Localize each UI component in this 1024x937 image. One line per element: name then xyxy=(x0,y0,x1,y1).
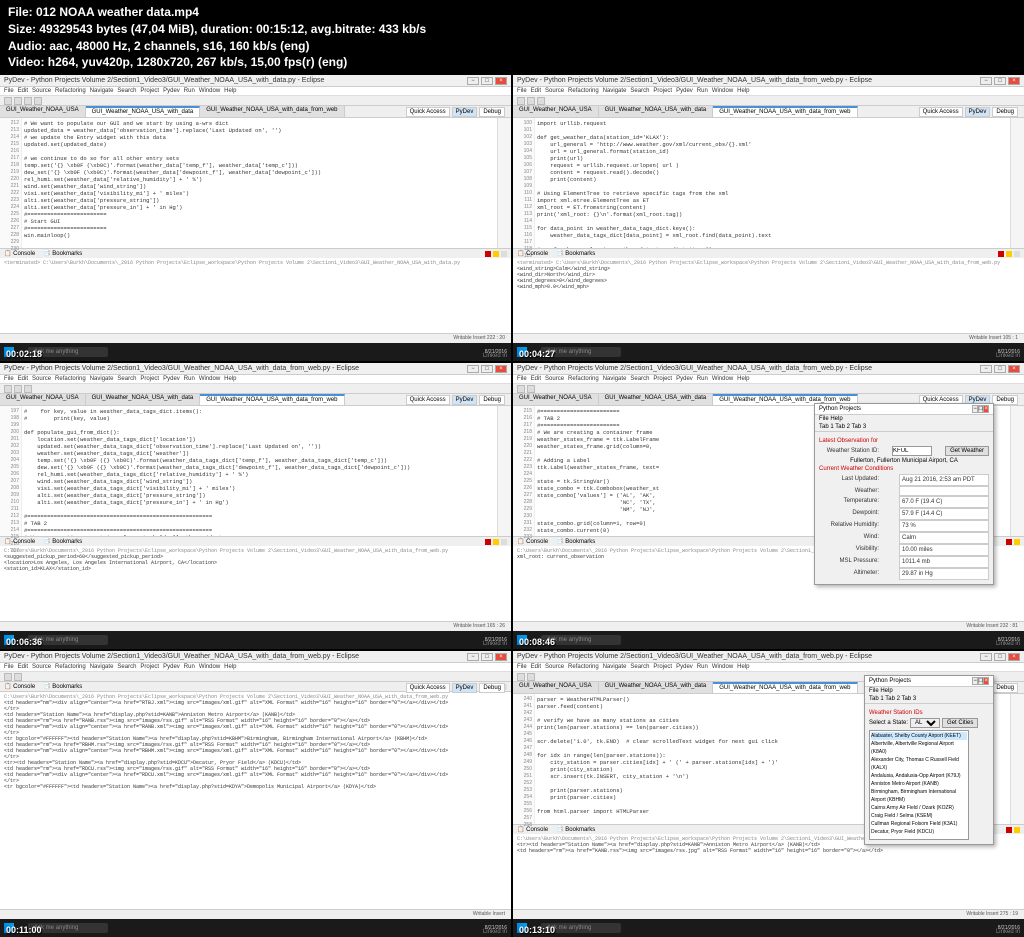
thumbnail-5: PyDev - Python Projects Volume 2/Section… xyxy=(0,651,511,937)
maximize-button[interactable]: □ xyxy=(481,77,493,85)
thumbnail-3: PyDev - Python Projects Volume 2/Section… xyxy=(0,363,511,649)
pydev-perspective[interactable]: PyDev xyxy=(452,107,478,117)
list-item[interactable]: Anniston Metro Airport (KANB) xyxy=(871,780,967,788)
list-item[interactable]: Birmingham, Birmingham International Air… xyxy=(871,788,967,804)
clear-icon[interactable] xyxy=(493,251,499,257)
file-info-header: File: 012 NOAA weather data.mp4 Size: 49… xyxy=(0,0,1024,75)
console-tabs[interactable]: 📋 Console📑 Bookmarks xyxy=(0,248,511,258)
video-timestamp: 00:02:18 xyxy=(6,349,42,359)
section-station-ids: Weather Station IDs xyxy=(869,710,989,716)
code-editor[interactable]: 2122132142152162172182192202212222232242… xyxy=(0,118,511,248)
toolbar[interactable] xyxy=(0,96,511,106)
menu-bar[interactable]: FileEditSourceRefactoringNavigateSearchP… xyxy=(513,87,1024,96)
tab-3[interactable]: GUI_Weather_NOAA_USA_with_data_from_web xyxy=(200,106,344,117)
quick-access[interactable]: Quick Access xyxy=(406,107,450,117)
get-cities-button[interactable]: Get Cities xyxy=(942,718,978,728)
get-weather-button[interactable]: Get Weather xyxy=(945,446,989,456)
file-video-line: Video: h264, yuv420p, 1280x720, 267 kb/s… xyxy=(8,54,1016,71)
cities-listbox[interactable]: Alabaster, Shelby County Airport (KEET)A… xyxy=(869,730,969,840)
console-output[interactable]: <terminated> C:\Users\Burkh\Documents\_2… xyxy=(0,258,511,308)
window-title: PyDev - Python Projects Volume 2/Section… xyxy=(517,77,872,84)
console-output[interactable]: <terminated> C:\Users\Burkh\Documents\_2… xyxy=(513,258,1024,308)
debug-perspective[interactable]: Debug xyxy=(479,107,505,117)
minimize-button[interactable]: − xyxy=(467,77,479,85)
station-id-input[interactable] xyxy=(892,446,932,456)
window-title: PyDev - Python Projects Volume 2/Section… xyxy=(4,77,324,84)
thumbnail-4: PyDev - Python Projects Volume 2/Section… xyxy=(513,363,1024,649)
new-icon[interactable] xyxy=(4,97,12,105)
section-latest-observation: Latest Observation for xyxy=(819,438,989,444)
list-item[interactable]: Cullman Regional Folsom Field (K3A1) xyxy=(871,820,967,828)
file-audio-line: Audio: aac, 48000 Hz, 2 channels, s16, 1… xyxy=(8,38,1016,55)
weather-popup: Python Projects−□× File Help Tab 1 Tab 2… xyxy=(814,403,994,585)
list-item[interactable]: Decatur, Pryor Field (KDCU) xyxy=(871,828,967,836)
windows-taskbar[interactable]: Ask me anything 8/21/2016 xyxy=(0,343,511,361)
section-current-conditions: Current Weather Conditions xyxy=(819,466,989,472)
list-item[interactable]: Andalusia, Andalusia-Opp Airport (K79J) xyxy=(871,772,967,780)
list-item[interactable]: Albertville, Albertville Regional Airpor… xyxy=(871,740,967,756)
console-output-large[interactable]: C:\Users\Burkh\Documents\_2016 Python Pr… xyxy=(0,692,511,892)
toolbar[interactable] xyxy=(513,96,1024,106)
code-content[interactable]: # We want to populate our GUI and we sta… xyxy=(22,118,497,248)
tab-1[interactable]: GUI_Weather_NOAA_USA xyxy=(0,106,86,117)
file-size-line: Size: 49329543 bytes (47,04 MiB), durati… xyxy=(8,21,1016,38)
close-button[interactable]: × xyxy=(495,77,507,85)
thumbnail-2: PyDev - Python Projects Volume 2/Section… xyxy=(513,75,1024,361)
file-name-line: File: 012 NOAA weather data.mp4 xyxy=(8,4,1016,21)
thumbnail-grid: PyDev - Python Projects Volume 2/Section… xyxy=(0,75,1024,937)
list-item[interactable]: Alabaster, Shelby County Airport (KEET) xyxy=(871,732,967,740)
thumbnail-1: PyDev - Python Projects Volume 2/Section… xyxy=(0,75,511,361)
state-select[interactable]: AL xyxy=(910,718,940,728)
save-icon[interactable] xyxy=(14,97,22,105)
status-bar: Writable Insert 222 : 20 xyxy=(0,333,511,343)
location-text: Fullerton, Fullerton Municipal Airport, … xyxy=(819,458,989,464)
list-item[interactable]: Cairns Army Air Field / Ozark (KOZR) xyxy=(871,804,967,812)
list-item[interactable]: Alexander City, Thomas C Russell Field (… xyxy=(871,756,967,772)
cities-popup: Python Projects−□× File Help Tab 1 Tab 2… xyxy=(864,675,994,845)
pin-icon[interactable] xyxy=(501,251,507,257)
tab-2[interactable]: GUI_Weather_NOAA_USA_with_data xyxy=(86,106,201,117)
lynda-logo: Linked in xyxy=(483,353,507,359)
minimap[interactable] xyxy=(497,118,511,248)
debug-icon[interactable] xyxy=(34,97,42,105)
run-icon[interactable] xyxy=(24,97,32,105)
menu-bar[interactable]: FileEditSourceRefactoringNavigateSearchP… xyxy=(0,87,511,96)
close-icon[interactable]: × xyxy=(983,405,989,413)
window-titlebar: PyDev - Python Projects Volume 2/Section… xyxy=(0,75,511,87)
list-item[interactable]: Craig Field / Selma (KSEM) xyxy=(871,812,967,820)
code-editor[interactable]: 1001011021031041051061071081091101111121… xyxy=(513,118,1024,248)
line-gutter: 2122132142152162172182192202212222232242… xyxy=(0,118,22,248)
thumbnail-6: PyDev - Python Projects Volume 2/Section… xyxy=(513,651,1024,937)
stop-icon[interactable] xyxy=(485,251,491,257)
